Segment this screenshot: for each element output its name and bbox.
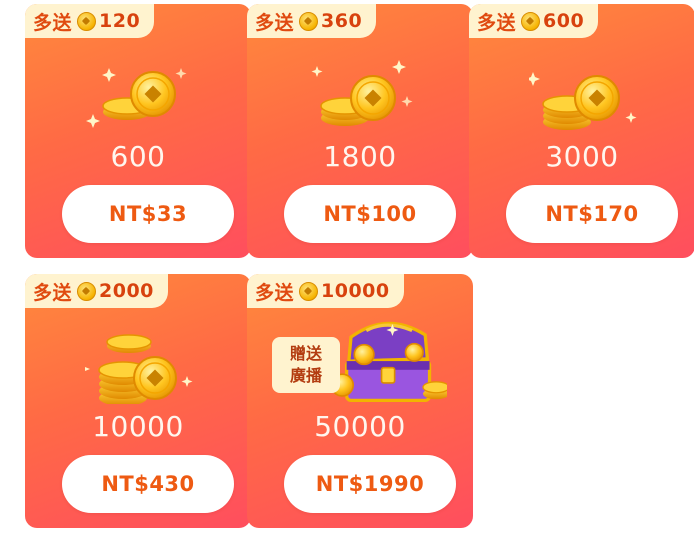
bonus-amount: 360 [321, 10, 363, 32]
bonus-prefix: 多送 [255, 11, 295, 34]
treasure-chest-icon [330, 321, 447, 402]
coin-amount: 10000 [92, 410, 184, 443]
bonus-prefix: 多送 [477, 11, 517, 34]
buy-button[interactable]: NT$430 [62, 455, 234, 513]
coin-icon [77, 281, 97, 301]
buy-button[interactable]: NT$170 [506, 185, 678, 243]
gift-tag-line2: 廣播 [289, 366, 322, 385]
coins-icon [85, 334, 193, 404]
coin-amount: 50000 [314, 410, 406, 443]
bonus-badge: 多送 600 [469, 4, 599, 38]
coin-package-card-1[interactable]: 多送 120 600 NT$33 [25, 4, 251, 258]
coin-package-card-4[interactable]: 多送 2000 10000 NT$430 [25, 274, 251, 528]
buy-button[interactable]: NT$100 [284, 185, 456, 243]
coins-icon [86, 68, 187, 128]
bonus-prefix: 多送 [33, 281, 73, 304]
coin-amount: 3000 [545, 140, 619, 173]
gift-broadcast-tag: 贈送 廣播 [272, 337, 340, 393]
coin-icon [77, 11, 97, 31]
bonus-badge: 多送 2000 [25, 274, 168, 308]
bonus-prefix: 多送 [255, 281, 295, 304]
coin-package-card-3[interactable]: 多送 600 3000 NT$170 [469, 4, 694, 258]
bonus-prefix: 多送 [33, 11, 73, 34]
coin-icon [299, 11, 319, 31]
bonus-amount: 2000 [99, 280, 154, 302]
gift-tag-line1: 贈送 [289, 344, 322, 363]
bonus-badge: 多送 120 [25, 4, 155, 38]
coin-package-card-5[interactable]: 多送 10000 贈送 廣播 50000 NT$1990 [247, 274, 473, 528]
bonus-amount: 600 [543, 10, 585, 32]
coin-icon [299, 281, 319, 301]
coin-amount: 1800 [323, 140, 397, 173]
coin-amount: 600 [110, 140, 166, 173]
coin-package-card-2[interactable]: 多送 360 1800 NT$100 [247, 4, 473, 258]
coin-icon [521, 11, 541, 31]
buy-button[interactable]: NT$33 [62, 185, 234, 243]
bonus-amount: 10000 [321, 280, 390, 302]
buy-button[interactable]: NT$1990 [284, 455, 456, 513]
coins-icon [529, 72, 637, 130]
bonus-badge: 多送 360 [247, 4, 377, 38]
coins-icon [311, 60, 413, 126]
bonus-badge: 多送 10000 [247, 274, 404, 308]
bonus-amount: 120 [99, 10, 141, 32]
